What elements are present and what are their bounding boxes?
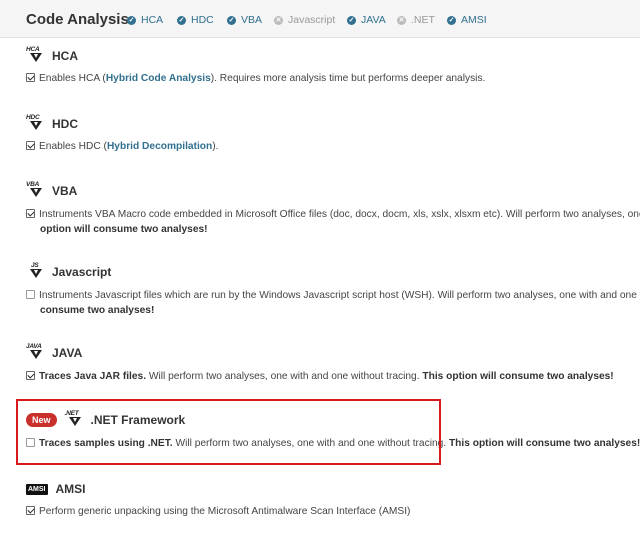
hdc-link[interactable]: Hybrid Decompilation (107, 141, 212, 152)
tab-vba[interactable]: ✓ VBA (227, 14, 262, 26)
option-text: Perform generic unpacking using the Micr… (39, 506, 411, 517)
tab-javascript[interactable]: ✕ Javascript (274, 14, 335, 26)
option-warning: option will consume two analyses! (40, 224, 208, 235)
vba-checkbox[interactable] (26, 209, 35, 218)
amsi-option: Perform generic unpacking using the Micr… (26, 504, 640, 519)
hdc-option: Enables HDC (Hybrid Decompilation). (26, 139, 640, 154)
tab-label: HDC (191, 14, 214, 26)
option-warning: This option will consume two analyses! (448, 438, 640, 449)
option-text: Instruments VBA Macro code embedded in M… (39, 209, 640, 220)
section-title: AMSI (55, 482, 86, 496)
java-logo-icon: JAVA (26, 343, 44, 363)
tab-dotnet[interactable]: ✕ .NET (397, 14, 435, 26)
section-title: JAVA (52, 346, 83, 360)
hdc-logo-icon: HDC (26, 114, 44, 134)
tab-label: Javascript (288, 14, 336, 26)
check-circle-icon: ✓ (177, 15, 186, 25)
section-title: Javascript (52, 265, 112, 279)
tab-label: .NET (411, 14, 435, 26)
java-checkbox[interactable] (26, 371, 35, 380)
java-option: Traces Java JAR files. Will perform two … (26, 369, 640, 384)
code-analysis-header: Code Analysis ✓ HCA ✓ HDC ✓ VBA ✕ Javascript… (0, 0, 640, 38)
vba-option: Instruments VBA Macro code embedded in M… (26, 207, 640, 237)
hca-checkbox[interactable] (26, 73, 35, 82)
tab-hdc[interactable]: ✓ HDC (177, 14, 214, 26)
option-text: Instruments Javascript files which are r… (39, 290, 640, 301)
option-text: Will perform two analyses, one with and … (146, 371, 423, 382)
x-circle-icon: ✕ (397, 15, 406, 25)
section-title: HCA (52, 49, 78, 63)
tab-label: HCA (141, 14, 164, 26)
hdc-checkbox[interactable] (26, 141, 35, 150)
option-warning: This option will consume two analyses! (422, 371, 614, 382)
option-text: ). (212, 141, 219, 152)
tab-java[interactable]: ✓ JAVA (347, 14, 386, 26)
vba-logo-icon: VBA (26, 181, 44, 201)
option-warning: consume two analyses! (40, 305, 155, 316)
check-circle-icon: ✓ (447, 15, 456, 25)
amsi-checkbox[interactable] (26, 506, 35, 515)
tab-label: AMSI (461, 14, 487, 26)
highlight-box (16, 399, 441, 465)
page-title: Code Analysis (26, 11, 129, 28)
option-text: Enables HCA ( (39, 73, 106, 84)
hca-option: Enables HCA (Hybrid Code Analysis). Requ… (26, 71, 640, 86)
option-text: ). Requires more analysis time but perfo… (210, 73, 486, 84)
javascript-logo-icon: JS (26, 262, 44, 282)
hca-logo-icon: HCA (26, 46, 44, 66)
javascript-checkbox[interactable] (26, 290, 35, 299)
option-text: Traces Java JAR files. (39, 371, 147, 382)
javascript-option: Instruments Javascript files which are r… (26, 288, 640, 318)
section-title: HDC (52, 117, 78, 131)
hca-link[interactable]: Hybrid Code Analysis (106, 73, 211, 84)
check-circle-icon: ✓ (127, 15, 136, 25)
option-text: Enables HDC ( (39, 141, 107, 152)
amsi-logo-icon: AMSI (26, 483, 48, 495)
tab-amsi[interactable]: ✓ AMSI (447, 14, 487, 26)
check-circle-icon: ✓ (347, 15, 356, 25)
x-circle-icon: ✕ (274, 15, 283, 25)
tab-label: VBA (241, 14, 263, 26)
section-title: VBA (52, 184, 78, 198)
tab-hca[interactable]: ✓ HCA (127, 14, 163, 26)
tab-label: JAVA (361, 14, 386, 26)
check-circle-icon: ✓ (227, 15, 236, 25)
